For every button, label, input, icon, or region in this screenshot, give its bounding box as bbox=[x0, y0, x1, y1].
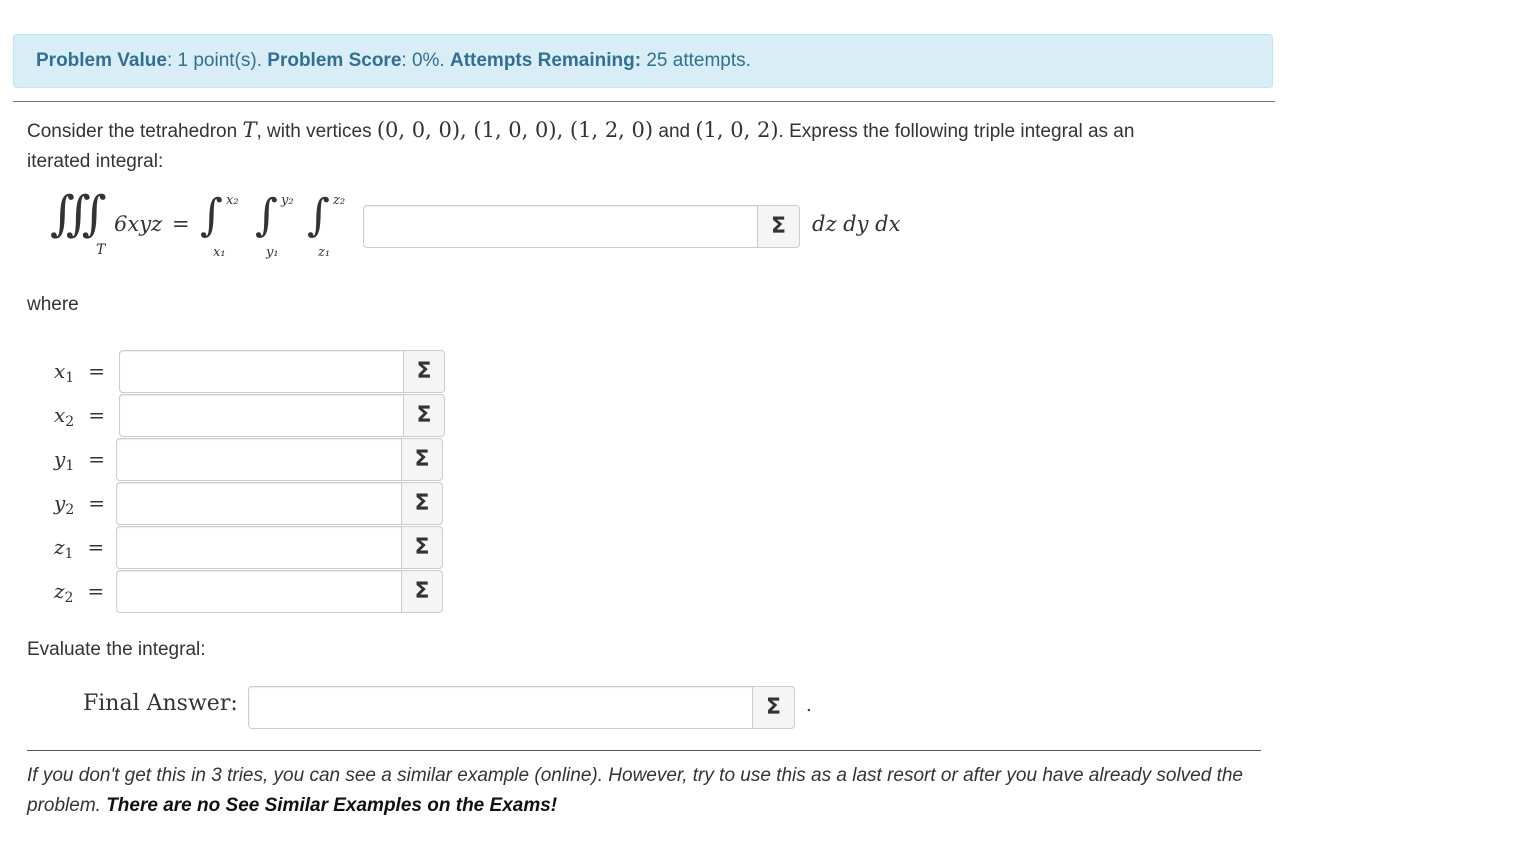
y1-label: y1 = bbox=[54, 447, 105, 474]
evaluate-text: Evaluate the integral: bbox=[27, 639, 206, 660]
sigma-icon: Σ bbox=[414, 447, 430, 472]
inner-integral-symbol: ∫ bbox=[307, 190, 330, 241]
integrand-input[interactable] bbox=[363, 205, 758, 248]
integrand-equation-editor-button[interactable]: Σ bbox=[757, 205, 800, 248]
problem-status-bar: Problem Value: 1 point(s). Problem Score… bbox=[13, 34, 1273, 88]
sigma-icon: Σ bbox=[416, 359, 432, 384]
integrand: 6xyz bbox=[114, 212, 163, 236]
x2-equation-editor-button[interactable]: Σ bbox=[403, 394, 445, 437]
problem-value-label: Problem Value bbox=[36, 50, 167, 71]
top-divider bbox=[13, 101, 1275, 102]
footer-note: If you don't get this in 3 tries, you ca… bbox=[27, 761, 1247, 821]
bottom-divider bbox=[27, 750, 1261, 751]
final-answer-label: Final Answer: bbox=[83, 691, 238, 716]
x1-equation-editor-button[interactable]: Σ bbox=[403, 350, 445, 393]
sigma-icon: Σ bbox=[765, 695, 782, 720]
vertex-3: (1, 2, 0) bbox=[569, 118, 654, 142]
x2-input[interactable] bbox=[119, 394, 405, 437]
inner-upper-limit: z₂ bbox=[333, 193, 346, 208]
y2-input[interactable] bbox=[116, 482, 403, 525]
inner-lower-limit: z₁ bbox=[318, 245, 331, 260]
equals-sign: = bbox=[172, 212, 190, 236]
y2-label: y2 = bbox=[54, 491, 105, 518]
problem-statement: Consider the tetrahedron T, with vertice… bbox=[27, 118, 1135, 172]
middle-upper-limit: y₂ bbox=[281, 193, 294, 208]
outer-lower-limit: x₁ bbox=[213, 245, 226, 260]
statement-text-2: , with vertices bbox=[256, 121, 377, 142]
x1-input[interactable] bbox=[119, 350, 405, 393]
where-text: where bbox=[27, 294, 79, 315]
statement-text-1: Consider the tetrahedron bbox=[27, 121, 243, 142]
vertex-1: (0, 0, 0) bbox=[376, 118, 461, 142]
statement-text-4: iterated integral: bbox=[27, 151, 164, 172]
sigma-icon: Σ bbox=[416, 403, 432, 428]
sigma-icon: Σ bbox=[414, 491, 430, 516]
region-subscript: T bbox=[96, 242, 106, 258]
sigma-icon: Σ bbox=[414, 535, 430, 560]
final-answer-period: . bbox=[806, 695, 812, 716]
differentials: dz dy dx bbox=[812, 212, 901, 236]
problem-value-text: : 1 point(s). bbox=[166, 50, 262, 71]
final-answer-input[interactable] bbox=[248, 686, 754, 729]
triple-integral-symbol: ∭ bbox=[50, 186, 107, 242]
z2-input[interactable] bbox=[116, 570, 403, 613]
z2-label: z2 = bbox=[54, 579, 105, 606]
statement-text-3: . Express the following triple integral … bbox=[778, 121, 1135, 142]
y1-input[interactable] bbox=[116, 438, 403, 481]
z1-input[interactable] bbox=[116, 526, 403, 569]
attempts-remaining-label: Attempts Remaining: bbox=[449, 50, 642, 71]
problem-score-label: Problem Score bbox=[267, 50, 402, 71]
z1-equation-editor-button[interactable]: Σ bbox=[401, 526, 443, 569]
vertex-2: (1, 0, 0) bbox=[473, 118, 557, 142]
sigma-icon: Σ bbox=[414, 579, 430, 604]
x1-label: x1 = bbox=[54, 359, 105, 386]
x2-label: x2 = bbox=[54, 403, 105, 430]
and-word: and bbox=[653, 121, 696, 142]
problem-score-text: : 0%. bbox=[401, 50, 445, 71]
middle-integral-symbol: ∫ bbox=[255, 190, 278, 241]
middle-lower-limit: y₁ bbox=[266, 245, 279, 260]
y1-equation-editor-button[interactable]: Σ bbox=[401, 438, 443, 481]
attempts-remaining-text: 25 attempts. bbox=[641, 50, 751, 71]
outer-integral-symbol: ∫ bbox=[200, 190, 223, 241]
outer-upper-limit: x₂ bbox=[226, 193, 239, 208]
tetrahedron-symbol: T bbox=[242, 118, 257, 142]
final-answer-equation-editor-button[interactable]: Σ bbox=[752, 686, 795, 729]
y2-equation-editor-button[interactable]: Σ bbox=[401, 482, 443, 525]
vertex-4: (1, 0, 2) bbox=[695, 118, 779, 142]
z2-equation-editor-button[interactable]: Σ bbox=[401, 570, 443, 613]
z1-label: z1 = bbox=[54, 535, 105, 562]
sigma-icon: Σ bbox=[770, 214, 787, 239]
footer-note-bold: There are no See Similar Examples on the… bbox=[106, 795, 558, 816]
